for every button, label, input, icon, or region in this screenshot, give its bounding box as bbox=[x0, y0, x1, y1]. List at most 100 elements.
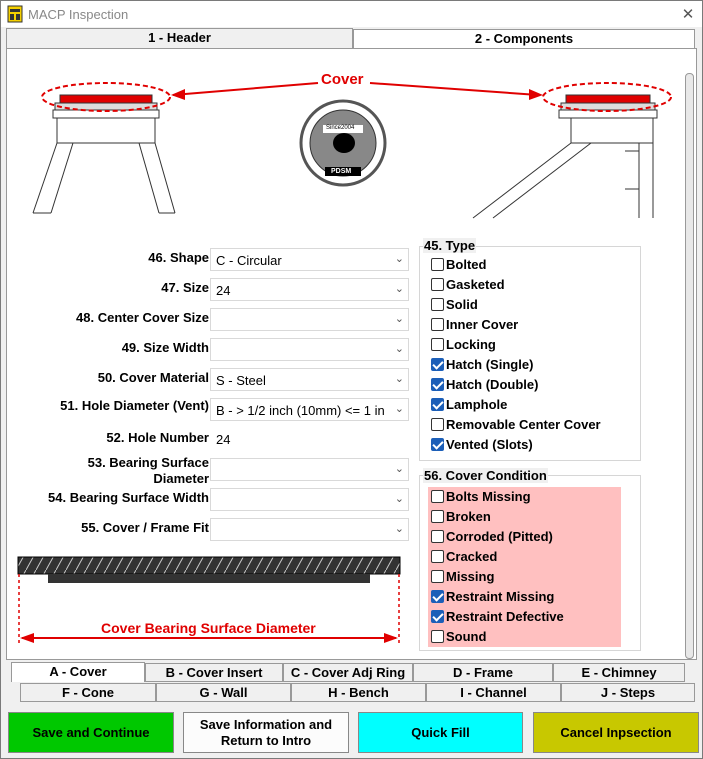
chevron-down-icon: ⌄ bbox=[394, 402, 404, 415]
center-cover-size-label: 48. Center Cover Size bbox=[76, 310, 209, 325]
tab-h-bench[interactable]: H - Bench bbox=[291, 683, 426, 702]
hole-diameter-value: B - > 1/2 inch (10mm) <= 1 in bbox=[216, 403, 385, 418]
checkbox-box[interactable] bbox=[431, 278, 444, 291]
tab-components[interactable]: 2 - Components bbox=[353, 29, 695, 49]
logo-bottom-text: PDSM bbox=[331, 168, 352, 175]
save-return-line1: Save Information and bbox=[199, 716, 333, 732]
chevron-down-icon: ⌄ bbox=[394, 522, 404, 535]
size-label: 47. Size bbox=[161, 280, 209, 295]
checkbox-box[interactable] bbox=[431, 358, 444, 371]
checkbox-box[interactable] bbox=[431, 258, 444, 271]
tab-f-cone[interactable]: F - Cone bbox=[20, 683, 156, 702]
hole-diameter-label: 51. Hole Diameter (Vent) bbox=[60, 398, 209, 413]
close-icon[interactable]: ✕ bbox=[677, 3, 699, 25]
tab-j-steps[interactable]: J - Steps bbox=[561, 683, 695, 702]
tab-header[interactable]: 1 - Header bbox=[6, 28, 353, 48]
cover-diagram-label: Cover bbox=[321, 71, 364, 88]
app-icon bbox=[7, 5, 23, 23]
tab-b-cover-insert[interactable]: B - Cover Insert bbox=[145, 663, 283, 682]
checkbox-label: Cracked bbox=[446, 549, 498, 564]
bearing-surface-width-select[interactable]: ⌄ bbox=[210, 488, 409, 511]
chevron-down-icon: ⌄ bbox=[394, 312, 404, 325]
type-group-title: 45. Type bbox=[423, 238, 477, 253]
checkbox-label: Inner Cover bbox=[446, 317, 519, 332]
cover-material-value: S - Steel bbox=[216, 373, 266, 388]
cover-material-select[interactable]: S - Steel ⌄ bbox=[210, 368, 409, 391]
checkbox-label: Corroded (Pitted) bbox=[446, 529, 553, 544]
tab-g-wall[interactable]: G - Wall bbox=[156, 683, 291, 702]
checkbox-box[interactable] bbox=[431, 438, 444, 451]
hole-number-value: 24 bbox=[216, 432, 231, 447]
center-cover-size-select[interactable]: ⌄ bbox=[210, 308, 409, 331]
cover-material-label: 50. Cover Material bbox=[97, 370, 209, 385]
size-width-label: 49. Size Width bbox=[121, 340, 209, 355]
chevron-down-icon: ⌄ bbox=[394, 372, 404, 385]
chevron-down-icon: ⌄ bbox=[394, 342, 404, 355]
checkbox-label: Broken bbox=[446, 509, 491, 524]
checkbox-box[interactable] bbox=[431, 298, 444, 311]
hole-diameter-select[interactable]: B - > 1/2 inch (10mm) <= 1 in ⌄ bbox=[210, 398, 409, 421]
size-value: 24 bbox=[216, 283, 231, 298]
cancel-inspection-button[interactable]: Cancel Inpsection bbox=[533, 712, 699, 753]
left-manhole-drawing bbox=[32, 94, 176, 214]
tab-c-cover-adj-ring[interactable]: C - Cover Adj Ring bbox=[283, 663, 413, 682]
checkbox-box[interactable] bbox=[431, 590, 444, 603]
checkbox-label: Gasketed bbox=[446, 277, 505, 292]
checkbox-label: Sound bbox=[446, 629, 487, 644]
hole-number-input[interactable]: 24 bbox=[210, 427, 409, 450]
checkbox-box[interactable] bbox=[431, 570, 444, 583]
checkbox-box[interactable] bbox=[431, 630, 444, 643]
shape-select[interactable]: C - Circular ⌄ bbox=[210, 248, 409, 271]
vertical-scrollbar[interactable] bbox=[685, 73, 694, 659]
bearing-surface-diameter-label-2: Diameter bbox=[153, 471, 209, 486]
checkbox-box[interactable] bbox=[431, 610, 444, 623]
shape-label: 46. Shape bbox=[148, 250, 209, 265]
title-bar: MACP Inspection ✕ bbox=[1, 1, 702, 27]
checkbox-label: Hatch (Double) bbox=[446, 377, 539, 392]
tab-a-cover[interactable]: A - Cover bbox=[11, 662, 145, 682]
checkbox-label: Restraint Defective bbox=[446, 609, 564, 624]
chevron-down-icon: ⌄ bbox=[394, 252, 404, 265]
checkbox-box[interactable] bbox=[431, 318, 444, 331]
checkbox-box[interactable] bbox=[431, 490, 444, 503]
chevron-down-icon: ⌄ bbox=[394, 492, 404, 505]
tab-i-channel[interactable]: I - Channel bbox=[426, 683, 561, 702]
size-select[interactable]: 24 ⌄ bbox=[210, 278, 409, 301]
chevron-down-icon: ⌄ bbox=[394, 282, 404, 295]
bearing-surface-width-label: 54. Bearing Surface Width bbox=[48, 490, 209, 505]
logo-top-text: Since2004 bbox=[326, 125, 355, 131]
hole-number-label: 52. Hole Number bbox=[106, 430, 209, 445]
cover-condition-title: 56. Cover Condition bbox=[423, 468, 548, 483]
bearing-surface-diameter-select[interactable]: ⌄ bbox=[210, 458, 409, 481]
quick-fill-button[interactable]: Quick Fill bbox=[358, 712, 523, 753]
tab-e-chimney[interactable]: E - Chimney bbox=[553, 663, 685, 682]
bearing-surface-diameter-label: 53. Bearing Surface bbox=[87, 455, 209, 470]
window-title: MACP Inspection bbox=[28, 7, 129, 22]
checkbox-label: Solid bbox=[446, 297, 478, 312]
checkbox-box[interactable] bbox=[431, 338, 444, 351]
save-return-line2: Return to Intro bbox=[220, 732, 312, 748]
chevron-down-icon: ⌄ bbox=[394, 462, 404, 475]
save-and-continue-button[interactable]: Save and Continue bbox=[8, 712, 174, 753]
right-manhole-drawing bbox=[472, 94, 658, 219]
checkbox-label: Locking bbox=[446, 337, 496, 352]
checkbox-label: Hatch (Single) bbox=[446, 357, 534, 372]
bearing-diagram-label: Cover Bearing Surface Diameter bbox=[101, 620, 316, 636]
checkbox-box[interactable] bbox=[431, 550, 444, 563]
checkbox-box[interactable] bbox=[431, 530, 444, 543]
checkbox-label: Restraint Missing bbox=[446, 589, 555, 604]
cover-frame-fit-select[interactable]: ⌄ bbox=[210, 518, 409, 541]
size-width-select[interactable]: ⌄ bbox=[210, 338, 409, 361]
shape-value: C - Circular bbox=[216, 253, 282, 268]
checkbox-box[interactable] bbox=[431, 378, 444, 391]
checkbox-box[interactable] bbox=[431, 398, 444, 411]
checkbox-box[interactable] bbox=[431, 510, 444, 523]
cover-diagram bbox=[13, 63, 676, 230]
checkbox-label: Bolts Missing bbox=[446, 489, 531, 504]
checkbox-box[interactable] bbox=[431, 418, 444, 431]
tab-d-frame[interactable]: D - Frame bbox=[413, 663, 553, 682]
checkbox-label: Vented (Slots) bbox=[446, 437, 533, 452]
checkbox-label: Removable Center Cover bbox=[446, 417, 601, 432]
save-and-return-button[interactable]: Save Information and Return to Intro bbox=[183, 712, 349, 753]
checkbox-label: Missing bbox=[446, 569, 495, 584]
